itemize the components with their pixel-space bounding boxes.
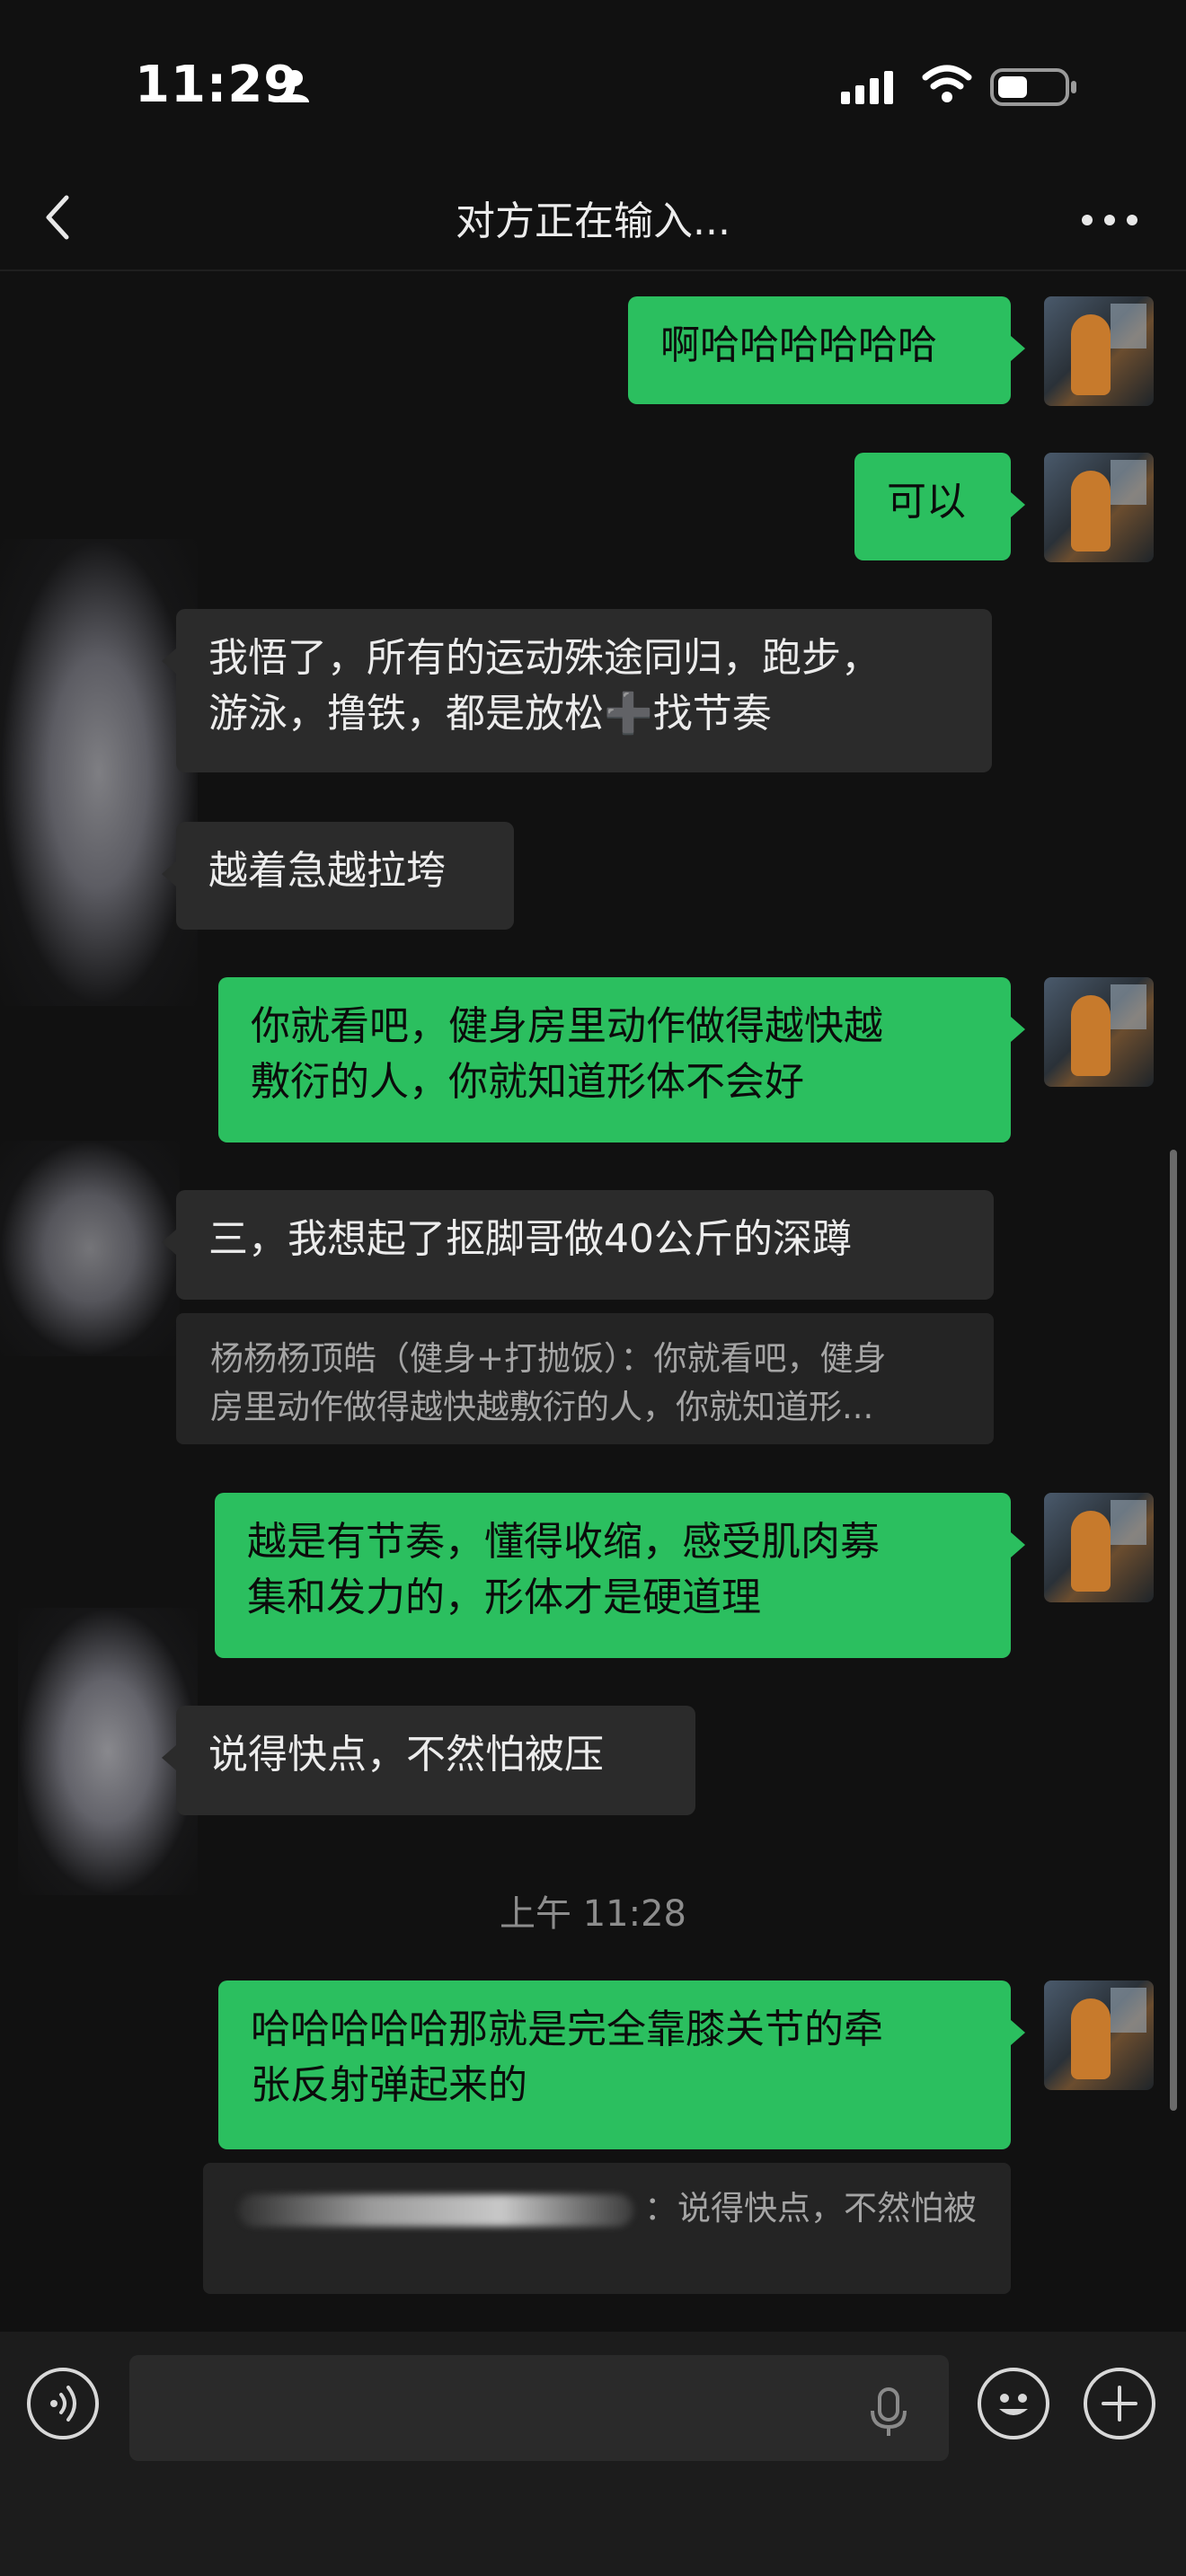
voice-icon bbox=[50, 2386, 76, 2422]
message-bubble[interactable]: 啊哈哈哈哈哈哈 bbox=[628, 296, 1025, 404]
emoji-button[interactable] bbox=[978, 2368, 1049, 2439]
plus-icon bbox=[1102, 2386, 1137, 2422]
avatar[interactable] bbox=[1044, 1493, 1154, 1602]
quoted-text: ：说得快点，不然怕被 bbox=[644, 2189, 977, 2228]
chat-title: 对方正在输入... bbox=[456, 198, 730, 244]
emoji-icon bbox=[999, 2394, 1028, 2415]
avatar[interactable] bbox=[1044, 296, 1154, 406]
input-bar bbox=[0, 2332, 1186, 2576]
plus-button[interactable] bbox=[1084, 2368, 1155, 2439]
more-dots-icon[interactable] bbox=[1078, 207, 1141, 234]
status-bar: 11:29 bbox=[0, 0, 1186, 171]
quoted-message[interactable]: ：说得快点，不然怕被 bbox=[203, 2163, 1011, 2294]
contact-avatar bbox=[0, 1141, 180, 1356]
message-bubble[interactable]: 可以 bbox=[854, 453, 1025, 560]
message-bubble[interactable]: 我悟了，所有的运动殊途同归，跑步， 游泳，撸铁，都是放松➕找节奏 bbox=[162, 609, 992, 772]
contact-avatar bbox=[0, 539, 198, 1006]
chat-header: 对方正在输入... bbox=[0, 171, 1186, 271]
scrollbar[interactable] bbox=[1170, 1150, 1177, 2111]
message-bubble[interactable]: 越是有节奏，懂得收缩，感受肌肉募 集和发力的，形体才是硬道理 bbox=[215, 1493, 1025, 1658]
avatar[interactable] bbox=[1044, 1981, 1154, 2090]
person-icon bbox=[280, 70, 309, 102]
message-bubble[interactable]: 你就看吧，健身房里动作做得越快越 敷衍的人，你就知道形体不会好 bbox=[218, 977, 1025, 1142]
wifi-icon bbox=[922, 65, 972, 102]
message-input[interactable] bbox=[129, 2355, 949, 2461]
message-timestamp: 上午 11:28 bbox=[500, 1893, 686, 1935]
message-bubble[interactable]: 说得快点，不然怕被压 bbox=[162, 1706, 695, 1815]
cellular-signal-icon bbox=[841, 71, 893, 104]
avatar[interactable] bbox=[1044, 977, 1154, 1087]
message-bubble[interactable]: 三，我想起了抠脚哥做40公斤的深蹲 bbox=[162, 1190, 994, 1300]
message-bubble[interactable]: 越着急越拉垮 bbox=[162, 822, 514, 930]
status-time: 11:29 bbox=[135, 56, 300, 114]
mic-icon[interactable] bbox=[866, 2386, 911, 2439]
quoted-message[interactable]: 杨杨杨顶皓（健身+打抛饭）：你就看吧，健身 房里动作做得越快越敷衍的人，你就知道… bbox=[176, 1313, 994, 1444]
battery-icon bbox=[990, 68, 1076, 106]
voice-button[interactable] bbox=[27, 2368, 99, 2439]
message-bubble[interactable]: 哈哈哈哈哈那就是完全靠膝关节的牵 张反射弹起来的 bbox=[218, 1981, 1025, 2149]
quoted-sender-redacted bbox=[238, 2193, 634, 2227]
avatar[interactable] bbox=[1044, 453, 1154, 562]
